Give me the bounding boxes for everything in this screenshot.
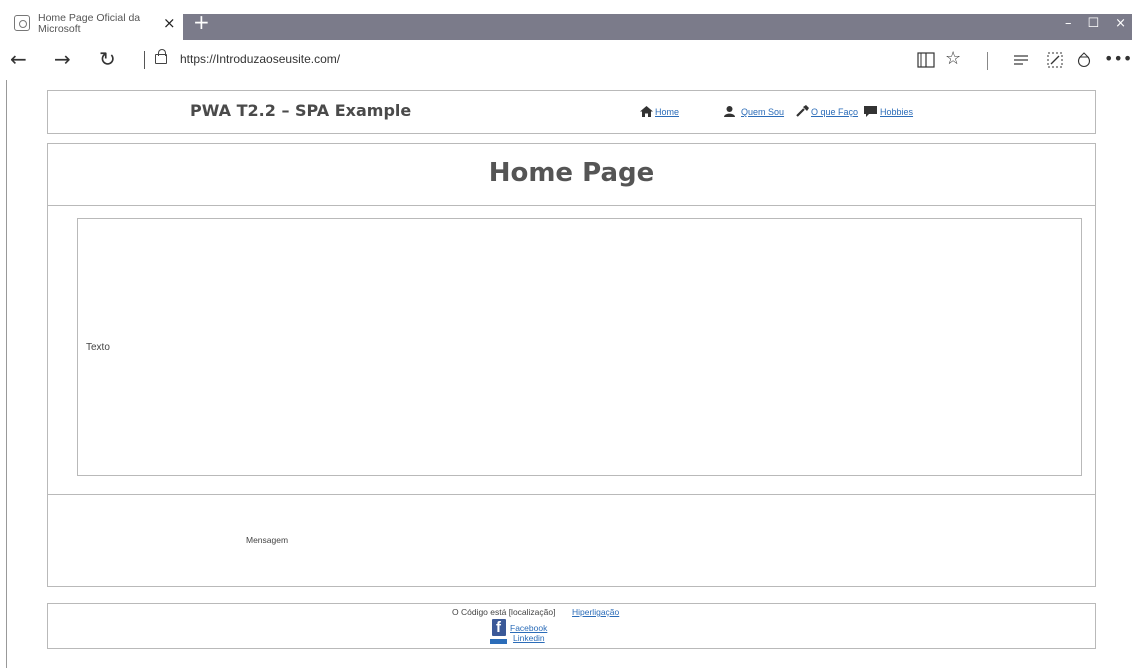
content-text: Texto [86,342,110,353]
message-divider [48,494,1095,495]
new-tab-button[interactable]: + [193,12,210,32]
site-title: PWA T2.2 – SPA Example [190,101,412,120]
nav-link-o-que-faco[interactable]: O que Faço [811,107,858,117]
hyperlink[interactable]: Hiperligação [572,607,619,617]
nav-link-hobbies[interactable]: Hobbies [880,107,913,117]
more-icon[interactable]: ••• [1104,48,1132,70]
title-divider [48,205,1095,206]
refresh-button[interactable]: ↻ [99,48,116,70]
main-section: Home Page Texto Mensagem [47,143,1096,587]
forward-button[interactable]: → [54,48,71,70]
window-controls: – ☐ × [1065,16,1126,32]
site-footer: O Código está [localização] Hiperligação… [47,603,1096,649]
minimize-button[interactable]: – [1065,16,1072,32]
facebook-link[interactable]: Facebook [510,623,547,633]
close-window-button[interactable]: × [1115,16,1126,32]
toolbar-separator [987,52,988,70]
viewport-edge [6,80,7,668]
share-icon[interactable] [1076,52,1092,68]
favorite-star-icon[interactable]: ☆ [945,48,961,70]
linkedin-link[interactable]: Linkedin [513,633,545,643]
message-text: Mensagem [246,535,289,545]
wrench-icon [796,105,809,117]
home-icon [640,106,653,117]
maximize-button[interactable]: ☐ [1087,16,1099,32]
nav-link-home[interactable]: Home [655,107,679,117]
address-bar: ← → ↻ https://Introduzaoseusite.com/ ☆ •… [0,40,1132,80]
back-button[interactable]: ← [10,48,27,70]
tab-strip [183,14,1132,40]
content-panel: Texto [77,218,1082,476]
nav-link-quem-sou[interactable]: Quem Sou [741,107,784,117]
tab-title: Home Page Oficial da Microsoft [38,12,141,35]
page-title: Home Page [488,158,655,188]
user-icon [724,106,735,117]
hub-icon[interactable] [1014,54,1028,66]
reading-view-icon[interactable] [917,52,935,68]
chat-icon [864,106,877,117]
lock-icon [155,49,167,64]
favicon-icon [14,15,30,31]
linkedin-icon [490,639,507,644]
browser-tab[interactable]: Home Page Oficial da Microsoft × [0,10,183,40]
site-header: PWA T2.2 – SPA Example Home Quem Sou O q… [47,90,1096,134]
browser-titlebar: Home Page Oficial da Microsoft × + – ☐ × [0,0,1132,40]
facebook-icon: f [492,619,506,636]
code-location-text: O Código está [localização] [452,607,556,617]
web-note-icon[interactable] [1047,52,1063,68]
address-separator [144,51,145,69]
tab-close-icon[interactable]: × [163,16,176,31]
url-field[interactable]: https://Introduzaoseusite.com/ [180,52,340,66]
